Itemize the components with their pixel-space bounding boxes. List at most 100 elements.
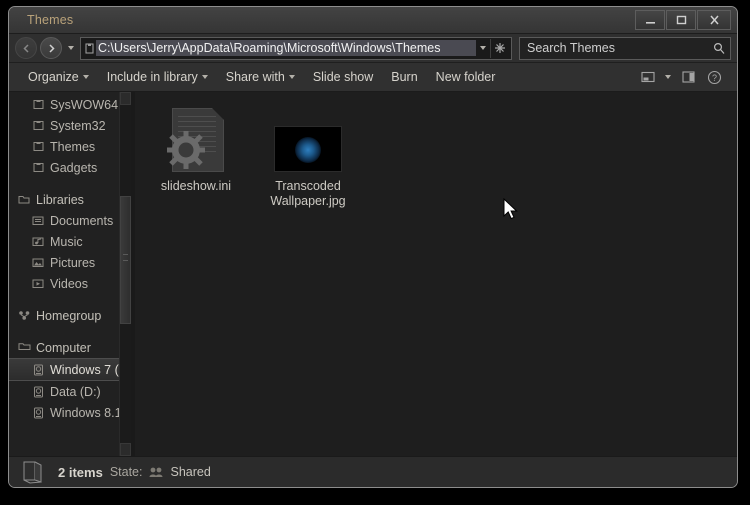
scroll-up-button[interactable] (120, 92, 131, 105)
nav-item-documents[interactable]: Documents (9, 210, 131, 231)
change-view-dropdown-button[interactable] (661, 67, 675, 87)
nav-item-pictures[interactable]: Pictures (9, 252, 131, 273)
chevron-down-icon (201, 75, 208, 79)
music-icon (31, 236, 45, 247)
item-count-label: 2 items (58, 464, 103, 480)
nav-item-music[interactable]: Music (9, 231, 131, 252)
nav-item-label: Homegroup (36, 308, 102, 323)
nav-item-homegroup[interactable]: Homegroup (9, 305, 131, 326)
nav-item-windows-7[interactable]: Windows 7 ( (9, 358, 131, 381)
toolbar-burn[interactable]: Burn (382, 67, 426, 87)
nav-item-label: Videos (50, 276, 88, 291)
file-thumbnail (274, 104, 342, 172)
nav-item-windows-8-1[interactable]: Windows 8.1 (9, 402, 131, 423)
chevron-down-icon (665, 75, 671, 79)
nav-group-separator (9, 294, 131, 305)
scroll-down-button[interactable] (120, 443, 131, 456)
back-button[interactable] (15, 37, 37, 59)
chevron-down-icon (68, 46, 74, 50)
toolbar-item-label: Share with (225, 70, 285, 84)
toolbar-item-label: Include in library (106, 70, 198, 84)
preview-pane-icon[interactable] (675, 67, 701, 87)
folder-icon (31, 141, 45, 152)
address-dropdown-button[interactable] (476, 46, 490, 50)
shared-value-label: Shared (170, 465, 211, 479)
toolbar-item-label: Slide show (312, 70, 374, 84)
nav-item-label: System32 (50, 118, 106, 133)
nav-item-label: Libraries (36, 192, 84, 207)
toolbar-item-label: Burn (391, 70, 418, 84)
folder-icon (31, 120, 45, 131)
scrollbar-grip (123, 254, 128, 261)
nav-item-data-d[interactable]: Data (D:) (9, 381, 131, 402)
state-label: State: (109, 465, 143, 479)
file-item-transcoded-wallpaper[interactable]: Transcoded Wallpaper.jpg (261, 104, 355, 209)
toolbar-organize[interactable]: Organize (19, 67, 98, 87)
search-input[interactable] (525, 40, 713, 56)
toolbar-new-folder[interactable]: New folder (427, 67, 505, 87)
status-bar: 2 items State: Shared (9, 456, 737, 487)
nav-item-label: SysWOW64 (50, 97, 119, 112)
homegroup-icon (17, 310, 31, 321)
navigation-pane: SysWOW64 System32 Themes Gadgets Libraries Do… (9, 92, 131, 456)
window-body: SysWOW64 System32 Themes Gadgets Libraries Do… (9, 92, 737, 456)
refresh-button[interactable] (490, 38, 509, 58)
command-toolbar: Organize Include in library Share with S… (9, 63, 737, 92)
chevron-down-icon (288, 75, 295, 79)
file-name-label: slideshow.ini (160, 179, 232, 193)
image-thumbnail (274, 126, 342, 172)
toolbar-share-with[interactable]: Share with (217, 67, 304, 87)
shared-icon (149, 467, 163, 477)
nav-item-computer[interactable]: Computer (9, 337, 131, 358)
nav-item-label: Themes (50, 139, 96, 154)
nav-item-label: Gadgets (50, 160, 98, 175)
nav-group-separator (9, 326, 131, 337)
chevron-down-icon (82, 75, 89, 79)
minimize-button[interactable] (635, 10, 665, 30)
navigation-scrollbar[interactable] (119, 92, 131, 456)
nav-item-label: Computer (36, 340, 91, 355)
drive-icon (31, 386, 45, 398)
drive-icon (31, 364, 45, 376)
toolbar-slide-show[interactable]: Slide show (304, 67, 382, 87)
videos-icon (31, 278, 45, 289)
chevron-down-icon (480, 46, 486, 50)
open-folder-icon (17, 460, 51, 484)
maximize-button[interactable] (666, 10, 696, 30)
change-view-icon[interactable] (635, 67, 661, 87)
window-title: Themes (27, 13, 74, 27)
svg-text:?: ? (711, 73, 716, 83)
toolbar-include-in-library[interactable]: Include in library (98, 67, 217, 87)
nav-item-syswow64[interactable]: SysWOW64 (9, 94, 131, 115)
forward-button[interactable] (40, 37, 62, 59)
recent-locations-button[interactable] (65, 38, 77, 58)
file-item-slideshow-ini[interactable]: slideshow.ini (149, 104, 243, 194)
libraries-icon (17, 194, 31, 205)
nav-group-separator (9, 178, 131, 189)
nav-item-label: Windows 8.1 (50, 405, 122, 420)
search-icon (713, 42, 725, 54)
folder-icon (83, 42, 96, 54)
nav-item-label: Data (D:) (50, 384, 101, 399)
file-name-label: Transcoded Wallpaper.jpg (270, 179, 346, 208)
nav-item-system32[interactable]: System32 (9, 115, 131, 136)
window-controls (635, 10, 731, 30)
title-bar[interactable]: Themes (9, 7, 737, 34)
file-thumbnail (166, 104, 226, 172)
close-button[interactable] (697, 10, 731, 30)
nav-item-label: Music (50, 234, 83, 249)
nav-item-label: Documents (50, 213, 114, 228)
search-box[interactable] (519, 36, 731, 60)
file-list-view[interactable]: slideshow.ini Transcoded Wallpaper.jpg (135, 92, 737, 456)
gear-icon (167, 131, 205, 169)
nav-item-gadgets[interactable]: Gadgets (9, 157, 131, 178)
navigation-tree: SysWOW64 System32 Themes Gadgets Libraries Do… (9, 94, 131, 423)
computer-icon (17, 342, 31, 353)
nav-item-themes[interactable]: Themes (9, 136, 131, 157)
nav-item-libraries[interactable]: Libraries (9, 189, 131, 210)
nav-item-videos[interactable]: Videos (9, 273, 131, 294)
help-icon[interactable]: ? (701, 67, 727, 87)
nav-item-label: Windows 7 ( (50, 362, 119, 377)
address-bar[interactable]: C:\Users\Jerry\AppData\Roaming\Microsoft… (80, 36, 512, 60)
nav-item-label: Pictures (50, 255, 96, 270)
